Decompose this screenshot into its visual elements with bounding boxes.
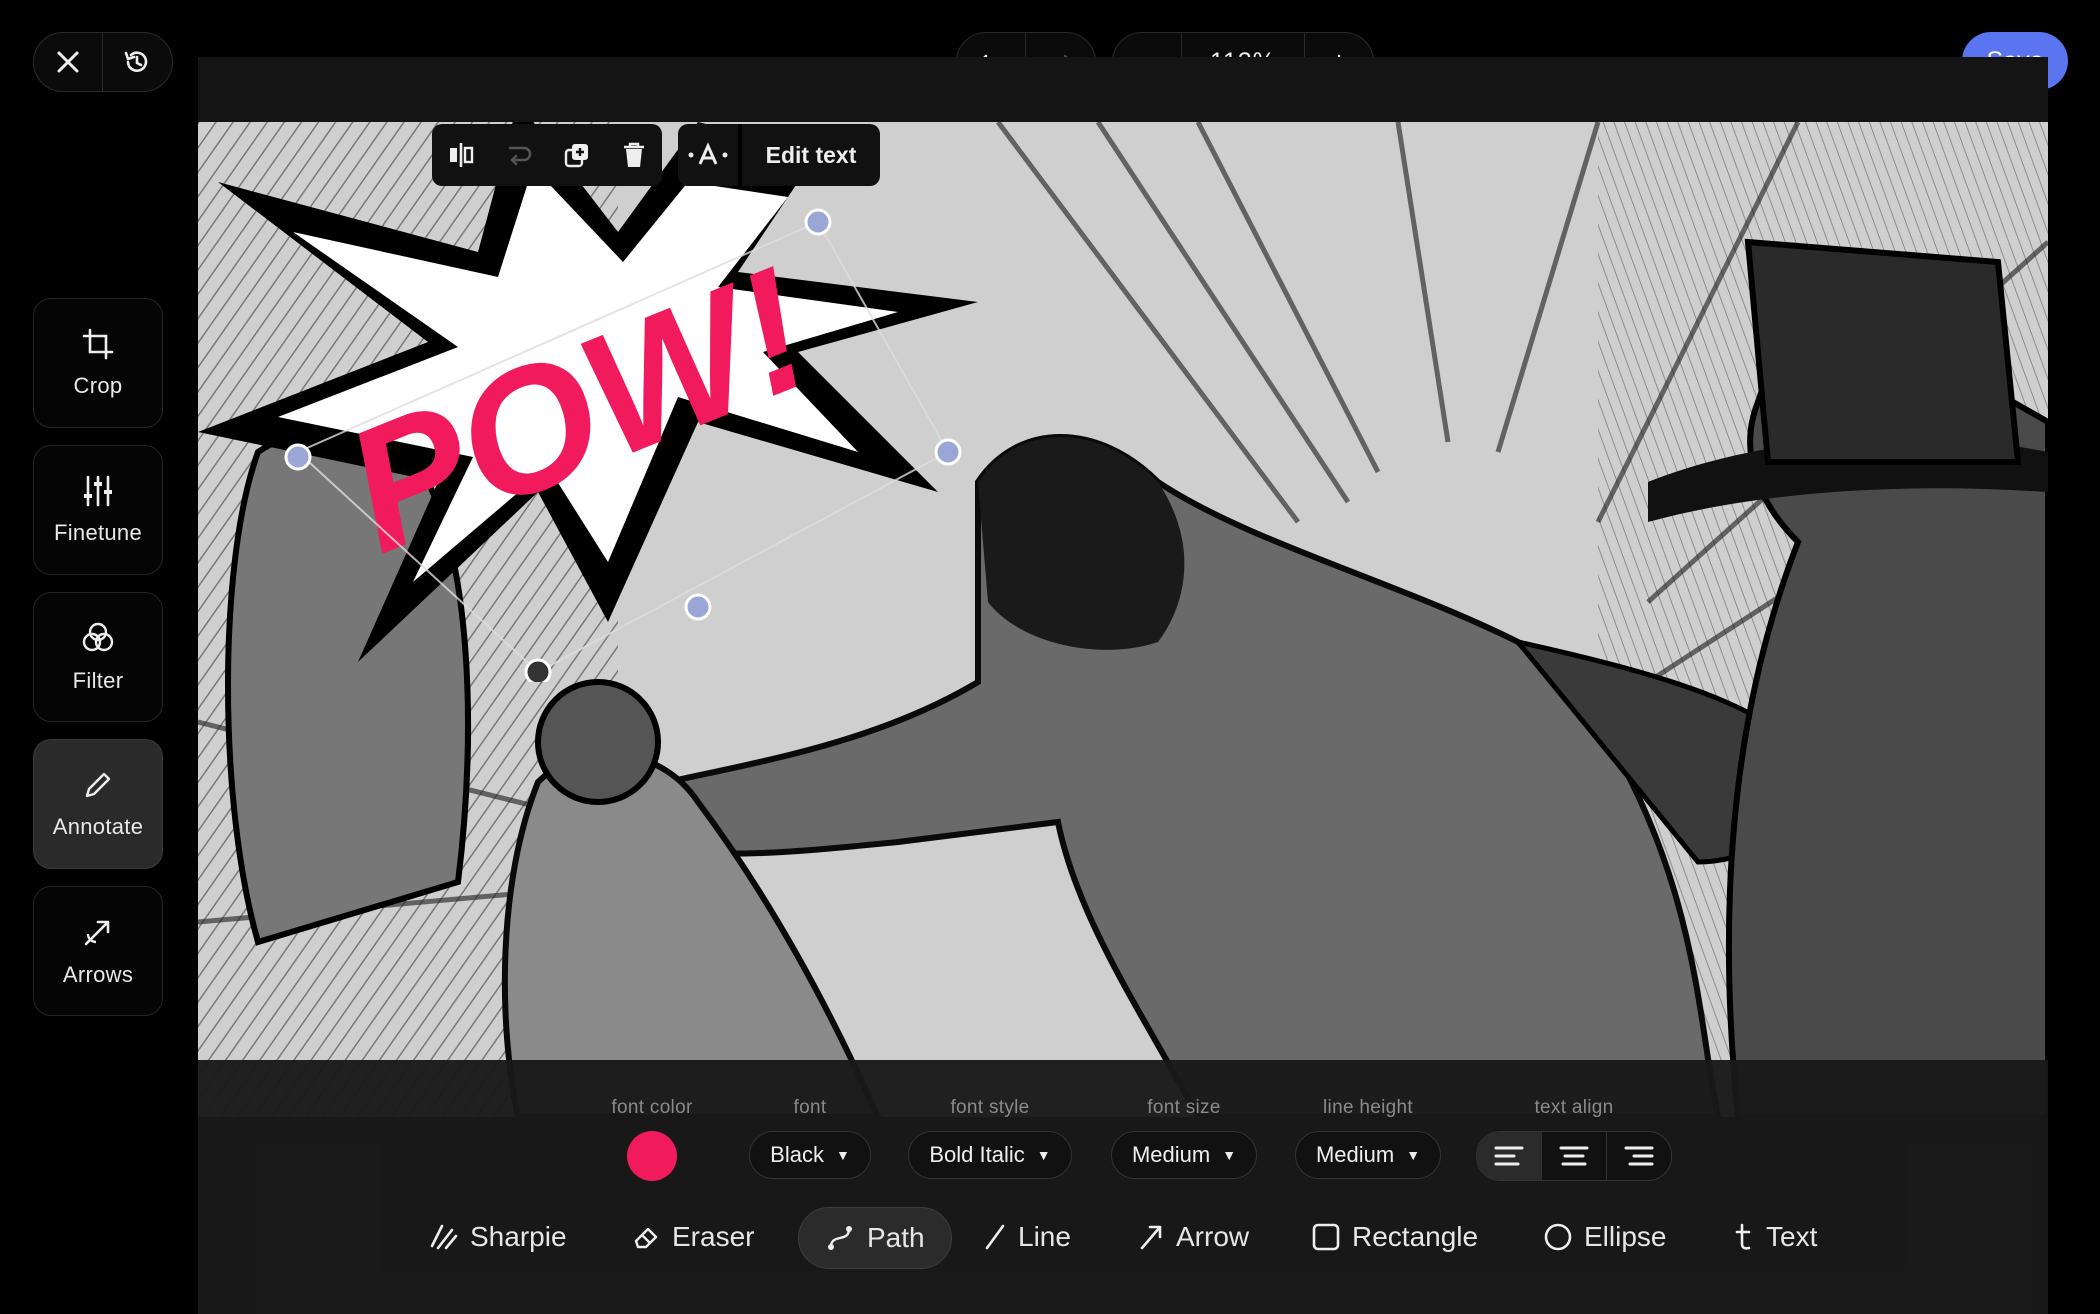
font-size-label: font size — [1147, 1097, 1221, 1118]
align-left-icon — [1494, 1146, 1524, 1166]
align-center-button[interactable] — [1541, 1132, 1606, 1180]
shape-actions-toolbar — [432, 124, 662, 186]
crop-icon — [82, 328, 114, 360]
sidebar-item-crop[interactable]: Crop — [33, 298, 163, 428]
align-right-button[interactable] — [1606, 1132, 1671, 1180]
close-icon — [57, 51, 79, 73]
sidebar-item-label: Finetune — [53, 520, 142, 545]
duplicate-icon — [564, 144, 588, 168]
sidebar-item-label: Annotate — [52, 814, 144, 839]
font-size-value: Medium — [1131, 1142, 1211, 1167]
text-actions-toolbar: Edit text — [678, 124, 880, 186]
tool-label: Text — [1766, 1221, 1818, 1252]
chevron-down-icon: ▼ — [835, 1147, 850, 1163]
tool-label: Sharpie — [470, 1221, 567, 1252]
line-height-value: Medium — [1315, 1142, 1395, 1167]
rotate-handle[interactable] — [684, 593, 712, 621]
line-height-dropdown[interactable]: Medium ▼ — [1294, 1131, 1442, 1179]
pow-starburst-annotation[interactable]: POW! — [198, 122, 1078, 682]
font-style-value: Bold Italic — [929, 1142, 1025, 1167]
text-align-segmented — [1476, 1131, 1672, 1181]
font-property: font Black ▼ — [748, 1097, 872, 1179]
tool-label: Eraser — [672, 1221, 755, 1252]
align-right-icon — [1624, 1146, 1654, 1166]
tool-path[interactable]: Path — [798, 1207, 952, 1269]
line-height-label: line height — [1323, 1097, 1413, 1118]
arrow-icon — [1140, 1225, 1162, 1250]
font-style-dropdown[interactable]: Bold Italic ▼ — [908, 1131, 1072, 1179]
tool-ellipse[interactable]: Ellipse — [1544, 1207, 1666, 1267]
tool-arrow[interactable]: Arrow — [1138, 1207, 1249, 1267]
sliders-icon — [84, 475, 112, 507]
chevron-down-icon: ▼ — [1036, 1147, 1051, 1163]
resize-handle[interactable] — [284, 443, 312, 471]
delete-button[interactable] — [606, 124, 662, 186]
font-dropdown[interactable]: Black ▼ — [749, 1131, 871, 1179]
chevron-down-icon: ▼ — [1406, 1147, 1421, 1163]
line-height-property: line height Medium ▼ — [1292, 1097, 1444, 1179]
tool-label: Path — [867, 1222, 925, 1253]
tool-label: Ellipse — [1584, 1221, 1667, 1252]
font-color-label: font color — [611, 1097, 693, 1118]
font-color-property: font color — [596, 1097, 708, 1181]
pencil-icon — [85, 772, 111, 798]
ellipse-icon — [1544, 1223, 1572, 1251]
edit-text-button[interactable]: Edit text — [742, 124, 880, 186]
tool-eraser[interactable]: Eraser — [632, 1207, 754, 1267]
resize-handle[interactable] — [934, 438, 962, 466]
font-color-swatch[interactable] — [627, 1131, 677, 1181]
sidebar-item-filter[interactable]: Filter — [33, 592, 163, 722]
font-style-property: font style Bold Italic ▼ — [904, 1097, 1076, 1179]
resize-handle[interactable] — [524, 658, 552, 682]
font-style-label: font style — [950, 1097, 1030, 1118]
tool-label: Arrow — [1176, 1221, 1250, 1252]
align-left-button[interactable] — [1477, 1132, 1541, 1180]
photo-image: POW! — [198, 122, 2048, 1117]
trash-icon — [624, 142, 644, 167]
text-style-button[interactable] — [678, 124, 738, 186]
tool-text[interactable]: Text — [1734, 1207, 1817, 1267]
flip-button[interactable] — [432, 124, 490, 186]
font-value: Black — [770, 1142, 824, 1167]
font-size-property: font size Medium ▼ — [1108, 1097, 1260, 1179]
sidebar-item-label: Crop — [73, 373, 123, 398]
sidebar-item-finetune[interactable]: Finetune — [33, 445, 163, 575]
tool-label: Line — [1018, 1221, 1071, 1252]
chevron-down-icon: ▼ — [1222, 1147, 1237, 1163]
text-style-icon — [688, 142, 728, 165]
tool-label: Rectangle — [1352, 1221, 1479, 1252]
arrows-icon — [84, 920, 110, 946]
sidebar-item-label: Arrows — [62, 962, 134, 987]
sidebar-item-arrows[interactable]: Arrows — [33, 886, 163, 1016]
resize-handle[interactable] — [804, 208, 832, 236]
flip-icon — [450, 143, 474, 167]
close-button[interactable] — [34, 33, 102, 91]
filter-icon — [82, 622, 114, 652]
history-button[interactable] — [103, 33, 171, 91]
send-back-icon — [508, 146, 532, 166]
send-back-button[interactable] — [490, 124, 548, 186]
window-controls — [33, 32, 173, 92]
text-icon — [1735, 1223, 1751, 1250]
tool-rectangle[interactable]: Rectangle — [1312, 1207, 1478, 1267]
duplicate-button[interactable] — [548, 124, 606, 186]
sidebar-item-annotate[interactable]: Annotate — [33, 739, 163, 869]
font-size-dropdown[interactable]: Medium ▼ — [1110, 1131, 1258, 1179]
text-align-label: text align — [1534, 1097, 1614, 1118]
tool-sharpie[interactable]: Sharpie — [428, 1207, 567, 1267]
sharpie-icon — [430, 1224, 458, 1250]
path-icon — [828, 1226, 852, 1250]
line-icon — [985, 1224, 1005, 1250]
text-align-property: text align — [1476, 1097, 1672, 1181]
sidebar-item-label: Filter — [72, 668, 124, 693]
font-label: font — [793, 1097, 827, 1118]
rectangle-icon — [1312, 1223, 1340, 1251]
history-icon — [124, 51, 148, 72]
eraser-icon — [634, 1227, 658, 1249]
align-center-icon — [1559, 1146, 1589, 1166]
tool-line[interactable]: Line — [984, 1207, 1071, 1267]
